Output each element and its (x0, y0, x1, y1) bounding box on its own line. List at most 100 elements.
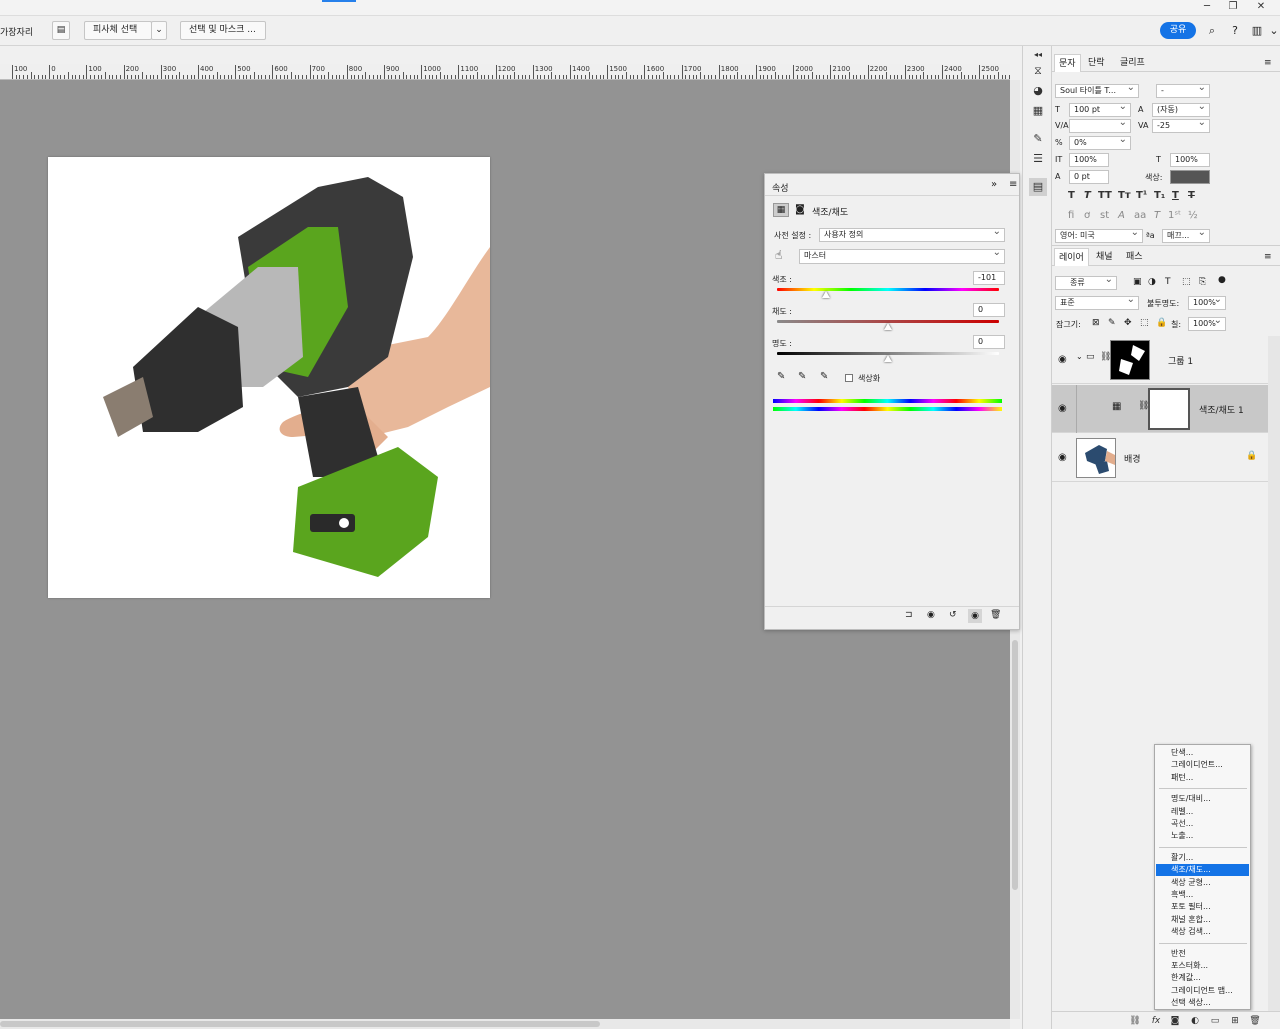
visibility-icon[interactable]: ◉ (1058, 354, 1067, 365)
ligature-icon[interactable]: fi (1068, 210, 1074, 221)
minimize-icon[interactable]: ─ (1196, 0, 1218, 14)
panel-menu-icon[interactable]: ≡ (1260, 54, 1276, 72)
faux-bold-icon[interactable]: T (1068, 190, 1075, 201)
adjustment-layer-icon[interactable]: ◐ (1188, 1014, 1202, 1028)
channel-select[interactable]: 마스터 (799, 249, 1005, 264)
horizontal-scrollbar[interactable] (0, 1019, 1010, 1029)
tab-channels[interactable]: 채널 (1092, 248, 1117, 266)
close-icon[interactable]: ✕ (1250, 0, 1272, 14)
faux-italic-icon[interactable]: T (1084, 190, 1091, 201)
hand-adjust-icon[interactable]: ☝ (775, 248, 782, 262)
properties-icon[interactable]: ▤ (1029, 178, 1047, 196)
lock-position-icon[interactable]: ✥ (1124, 318, 1132, 328)
menu-item[interactable]: 패턴... (1156, 772, 1249, 784)
select-subject-button[interactable]: 피사체 선택 (84, 21, 152, 40)
font-style-select[interactable]: - (1156, 84, 1210, 98)
tab-layers[interactable]: 레이어 (1054, 248, 1089, 266)
add-mask-icon[interactable]: ◙ (1168, 1014, 1182, 1028)
menu-item[interactable]: 활기... (1156, 852, 1249, 864)
collapse-icon[interactable]: » (991, 179, 997, 190)
comment-icon[interactable]: ▤ (52, 21, 70, 40)
adjustments-icon[interactable]: ☰ (1029, 150, 1047, 168)
lock-all-icon[interactable]: 🔒 (1156, 318, 1167, 328)
trash-icon[interactable]: 🗑 (1248, 1014, 1262, 1028)
tab-properties[interactable]: 속성 (772, 181, 789, 194)
underline-icon[interactable]: T (1172, 190, 1179, 201)
menu-item[interactable]: 한계값... (1156, 972, 1249, 984)
select-and-mask-button[interactable]: 선택 및 마스크 ... (180, 21, 266, 40)
superscript-icon[interactable]: T¹ (1136, 190, 1147, 201)
hue-slider[interactable] (777, 288, 999, 291)
menu-item[interactable]: 단색... (1156, 747, 1249, 759)
saturation-slider-thumb[interactable] (884, 323, 892, 330)
layer-row-selected[interactable]: ◉ ▦ ⛓ 색조/채도 1 (1052, 385, 1268, 433)
subscript-icon[interactable]: T₁ (1154, 190, 1165, 201)
stylistic-alternates-icon[interactable]: aa (1134, 210, 1146, 221)
adjustment-icon[interactable]: ▦ (773, 203, 789, 217)
eyedropper-icon[interactable]: ✎ (777, 371, 785, 382)
filter-shape-icon[interactable]: ⬚ (1182, 277, 1191, 287)
color-icon[interactable]: ◕ (1029, 82, 1047, 100)
menu-item[interactable]: 그레이디언트... (1156, 759, 1249, 771)
anti-alias-select[interactable]: 매끄... (1162, 229, 1210, 243)
font-family-select[interactable]: Soul 타이틀 T... (1055, 84, 1139, 98)
filter-smart-object-icon[interactable]: ⎘ (1199, 277, 1206, 287)
brush-icon[interactable]: ✎ (1029, 130, 1047, 148)
mask-icon[interactable]: ◙ (793, 204, 807, 216)
horizontal-scale-input[interactable]: 100% (1170, 153, 1210, 167)
tab-character[interactable]: 문자 (1054, 54, 1081, 72)
text-color-swatch[interactable] (1170, 170, 1210, 184)
layer-row[interactable]: ◉ 배경 🔒 (1052, 434, 1268, 482)
all-caps-icon[interactable]: TT (1098, 190, 1112, 201)
filter-toggle-icon[interactable]: ● (1218, 275, 1226, 285)
visibility-icon[interactable]: ◉ (1058, 403, 1067, 414)
reset-icon[interactable]: ↺ (949, 610, 957, 620)
menu-item[interactable]: 채널 혼합... (1156, 914, 1249, 926)
view-previous-icon[interactable]: ◉ (927, 610, 935, 620)
layers-scrollbar[interactable] (1268, 336, 1280, 1029)
language-select[interactable]: 영어: 미국 (1055, 229, 1143, 243)
fractions-icon[interactable]: ½ (1188, 210, 1198, 221)
old-style-icon[interactable]: ơ (1084, 210, 1090, 221)
opacity-input[interactable]: 100% (1188, 296, 1226, 310)
tab-paragraph[interactable]: 단락 (1084, 54, 1109, 72)
menu-item[interactable]: 포스터화... (1156, 960, 1249, 972)
chevron-down-icon[interactable]: ⌄ (1266, 23, 1280, 39)
menu-item[interactable]: 곡선... (1156, 818, 1249, 830)
share-button[interactable]: 공유 (1160, 22, 1196, 39)
layer-row[interactable]: ◉ ⌄ ▭ ⛓ 그룹 1 (1052, 336, 1268, 384)
menu-item[interactable]: 반전 (1156, 948, 1249, 960)
lock-artboard-icon[interactable]: ⬚ (1140, 318, 1149, 328)
kerning-input[interactable] (1069, 119, 1131, 133)
menu-item[interactable]: 색상 검색... (1156, 926, 1249, 938)
preset-select[interactable]: 사용자 정의 (819, 228, 1005, 242)
fill-input[interactable]: 100% (1188, 317, 1226, 331)
chevron-down-icon[interactable]: ⌄ (1076, 352, 1083, 361)
filter-adjustment-icon[interactable]: ◑ (1148, 277, 1156, 287)
fx-icon[interactable]: fx (1149, 1014, 1163, 1028)
lock-transparent-icon[interactable]: ⊠ (1092, 318, 1100, 328)
new-group-icon[interactable]: ▭ (1208, 1014, 1222, 1028)
discretionary-ligature-icon[interactable]: st (1100, 210, 1109, 221)
workspace-icon[interactable]: ▥ (1249, 23, 1265, 39)
help-icon[interactable]: ? (1227, 23, 1243, 39)
history-icon[interactable]: ⧖ (1029, 62, 1047, 80)
chevron-down-icon[interactable]: ⌄ (151, 21, 167, 40)
menu-item[interactable]: 노출... (1156, 830, 1249, 842)
tsume-input[interactable]: 0% (1069, 136, 1131, 150)
lightness-input[interactable]: 0 (973, 335, 1005, 349)
filter-type-icon[interactable]: T (1165, 277, 1171, 287)
hue-input[interactable]: -101 (973, 271, 1005, 285)
small-caps-icon[interactable]: Tт (1118, 190, 1131, 201)
menu-item[interactable]: 색조/채도... (1156, 864, 1249, 877)
panel-menu-icon[interactable]: ≡ (1009, 179, 1017, 190)
saturation-input[interactable]: 0 (973, 303, 1005, 317)
vertical-scale-input[interactable]: 100% (1069, 153, 1109, 167)
menu-item[interactable]: 레벨... (1156, 806, 1249, 818)
lock-image-icon[interactable]: ✎ (1108, 318, 1116, 328)
tracking-input[interactable]: -25 (1152, 119, 1210, 133)
baseline-input[interactable]: 0 pt (1069, 170, 1109, 184)
document-canvas[interactable] (48, 157, 490, 598)
scroll-thumb[interactable] (0, 1021, 600, 1027)
menu-item[interactable]: 그레이디언트 맵... (1156, 985, 1249, 997)
